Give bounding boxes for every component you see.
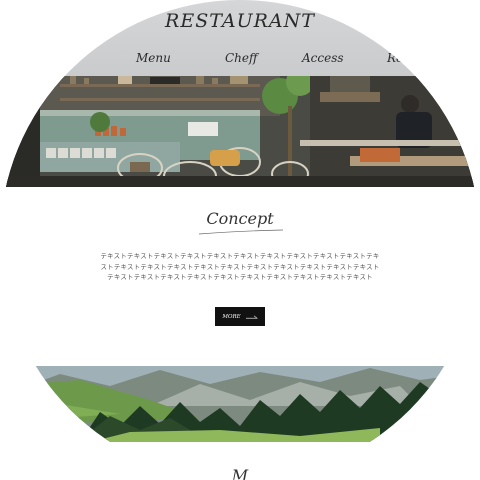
page: RESTAURANT Menu Cheff Access Re Concept … — [0, 0, 480, 480]
landscape-image — [0, 366, 480, 442]
more-button[interactable]: MORE — [215, 307, 265, 326]
hero-image-restaurant — [0, 76, 480, 187]
nav-item-reservation[interactable]: Re — [387, 51, 403, 65]
concept-body-text: テキストテキストテキストテキストテキストテキストテキストテキストテキストテキスト… — [100, 252, 380, 281]
nav-item-access[interactable]: Access — [302, 51, 344, 65]
more-button-label: MORE — [222, 313, 241, 320]
concept-underline — [198, 229, 284, 235]
main-nav: Menu Cheff Access Re — [0, 51, 480, 69]
circular-frame: RESTAURANT Menu Cheff Access Re Concept … — [0, 0, 480, 480]
concept-heading: Concept — [206, 209, 274, 228]
arrow-right-icon — [245, 315, 258, 318]
nav-item-cheff[interactable]: Cheff — [225, 51, 258, 65]
menu-section-heading: M — [231, 466, 249, 480]
site-logo[interactable]: RESTAURANT — [0, 10, 480, 32]
site-header: RESTAURANT Menu Cheff Access Re — [0, 0, 480, 76]
nav-item-menu[interactable]: Menu — [136, 51, 171, 65]
